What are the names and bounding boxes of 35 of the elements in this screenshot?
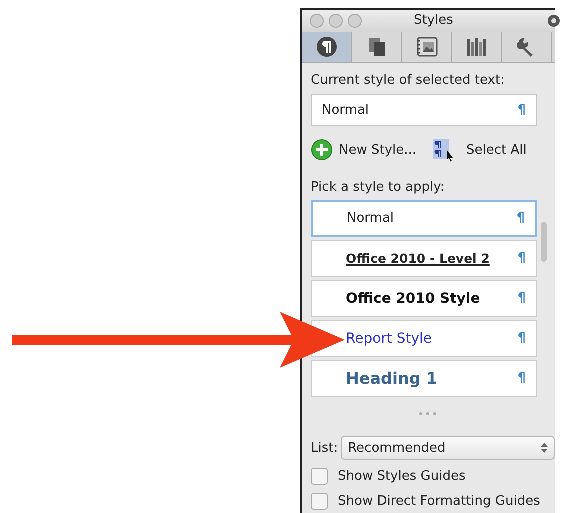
plus-icon bbox=[311, 139, 333, 161]
list-label: Pick a style to apply: bbox=[311, 180, 446, 195]
pilcrow-mark: ¶ bbox=[518, 251, 526, 266]
style-item[interactable]: Report Style ¶ bbox=[311, 320, 537, 357]
books-icon bbox=[464, 36, 488, 58]
pilcrow-icon bbox=[316, 36, 338, 58]
field-label: Current style of selected text: bbox=[311, 73, 506, 88]
window-title: Styles bbox=[414, 13, 454, 28]
checkbox-option[interactable]: Show Direct Formatting Guides bbox=[311, 493, 555, 510]
pilcrow-mark: ¶ bbox=[518, 371, 526, 386]
checkbox[interactable] bbox=[311, 468, 328, 485]
new-style-button[interactable]: New Style... bbox=[311, 139, 417, 161]
pilcrow-mark: ¶ bbox=[518, 331, 526, 346]
pilcrow-mark: ¶ bbox=[516, 211, 525, 226]
resize-grip-icon[interactable] bbox=[418, 412, 438, 416]
toolbar-tab[interactable] bbox=[302, 32, 352, 62]
scrollbar-thumb[interactable] bbox=[541, 222, 547, 262]
select-all-button[interactable]: Select All bbox=[430, 138, 527, 162]
field-value: Normal bbox=[322, 102, 370, 118]
stepper-icon bbox=[541, 442, 548, 454]
current-style-field[interactable]: Normal ¶ bbox=[311, 94, 537, 126]
close-icon[interactable] bbox=[310, 14, 324, 28]
style-item[interactable]: Heading 1 ¶ bbox=[311, 360, 537, 397]
list-label: List: bbox=[311, 440, 338, 456]
list-dropdown[interactable]: Recommended bbox=[341, 436, 555, 460]
style-item[interactable]: Normal ¶ bbox=[311, 200, 537, 237]
picture-icon bbox=[414, 36, 438, 58]
pilcrow-mark: ¶ bbox=[518, 291, 526, 306]
style-item[interactable]: Office 2010 Style ¶ bbox=[311, 280, 537, 317]
minimize-icon[interactable] bbox=[329, 14, 343, 28]
style-item[interactable]: Office 2010 - Level 2 ¶ bbox=[311, 240, 537, 277]
checkbox[interactable] bbox=[311, 493, 328, 510]
zoom-icon[interactable] bbox=[348, 14, 362, 28]
checkbox-option[interactable]: Show Styles Guides bbox=[311, 468, 555, 485]
pilcrow-mark: ¶ bbox=[518, 102, 526, 118]
